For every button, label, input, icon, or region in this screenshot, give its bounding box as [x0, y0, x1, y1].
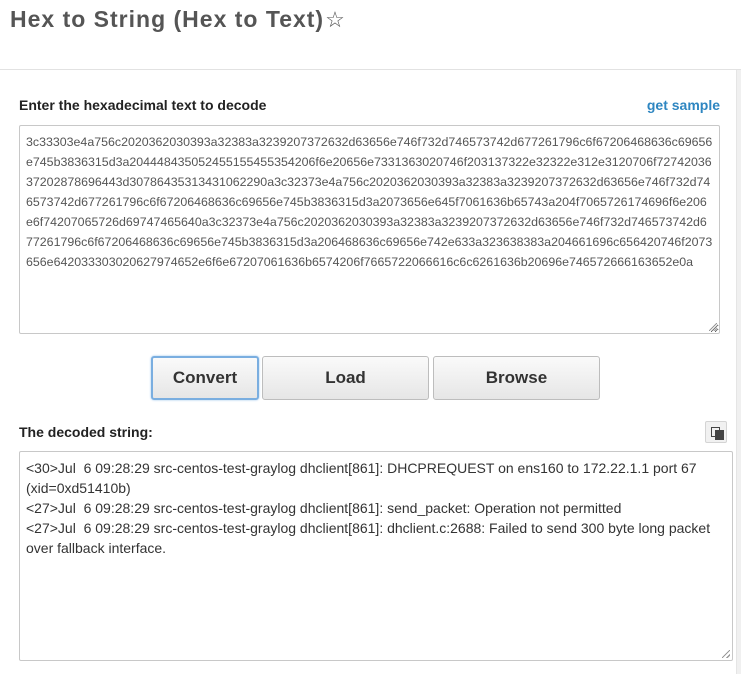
page-title: Hex to String (Hex to Text)☆: [10, 6, 346, 33]
decoded-line: <30>Jul 6 09:28:29 src-centos-test-grayl…: [26, 460, 701, 496]
hex-input-label: Enter the hexadecimal text to decode: [19, 97, 267, 113]
star-icon[interactable]: ☆: [325, 7, 346, 33]
copy-icon: [711, 427, 724, 440]
page-header: Hex to String (Hex to Text)☆: [0, 0, 741, 70]
copy-button[interactable]: [705, 421, 727, 443]
decoded-line: <27>Jul 6 09:28:29 src-centos-test-grayl…: [26, 500, 622, 516]
resize-handle-icon[interactable]: [722, 650, 730, 658]
get-sample-link[interactable]: get sample: [647, 97, 720, 113]
hex-input-value[interactable]: 3c33303e4a756c2020362030393a32383a323920…: [26, 135, 712, 269]
page-title-text: Hex to String (Hex to Text): [10, 6, 325, 32]
load-button[interactable]: Load: [262, 356, 429, 400]
browse-button[interactable]: Browse: [433, 356, 600, 400]
scrollbar-track[interactable]: [736, 70, 741, 674]
decoded-output-label: The decoded string:: [19, 424, 153, 440]
resize-handle-icon[interactable]: [709, 323, 717, 331]
decoded-output-textarea[interactable]: <30>Jul 6 09:28:29 src-centos-test-grayl…: [19, 451, 733, 661]
decoded-line: <27>Jul 6 09:28:29 src-centos-test-grayl…: [26, 520, 714, 556]
convert-button[interactable]: Convert: [151, 356, 259, 400]
hex-input-textarea[interactable]: 3c33303e4a756c2020362030393a32383a323920…: [19, 125, 720, 334]
